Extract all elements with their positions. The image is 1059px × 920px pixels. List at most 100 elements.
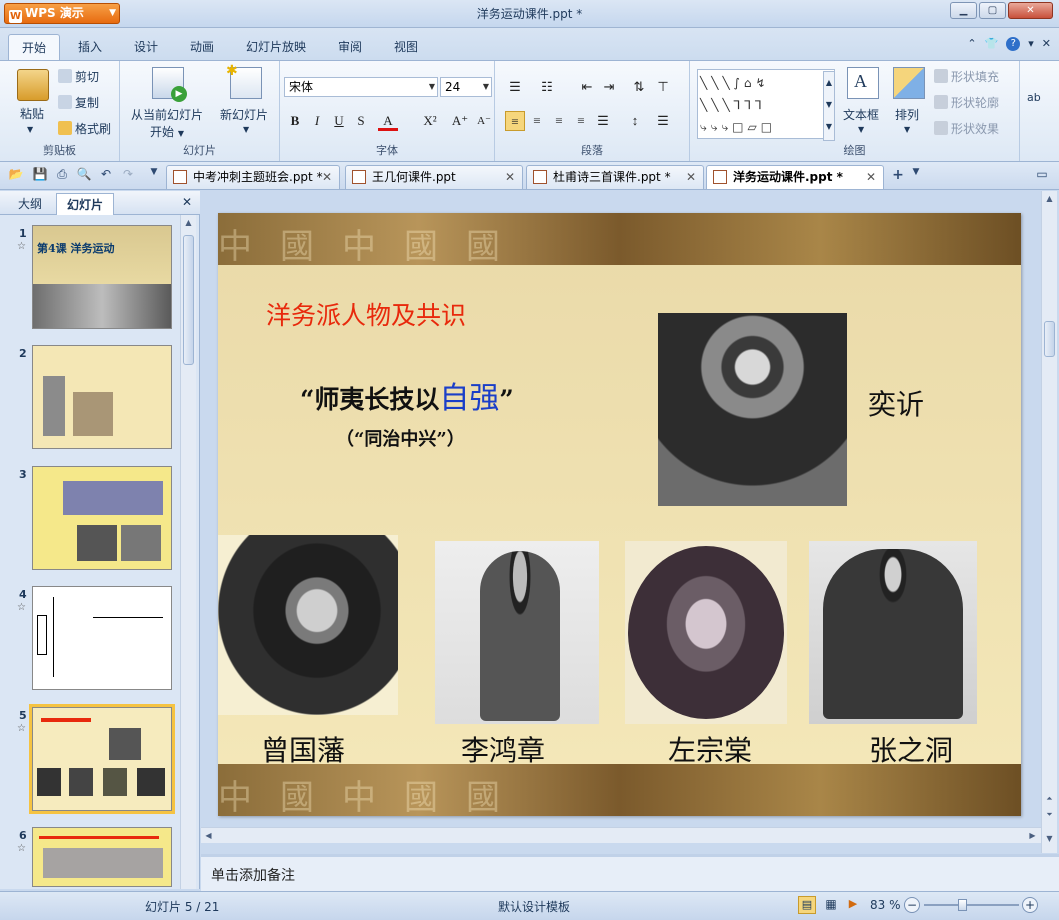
numbering-icon[interactable]: ☷ [537, 77, 557, 97]
bullets-icon[interactable]: ☰ [505, 77, 525, 97]
paste-dropdown-icon[interactable]: ▼ [27, 125, 33, 134]
zoom-in-icon[interactable]: + [1022, 897, 1038, 913]
arrange-button[interactable]: 排列 [895, 106, 919, 123]
underline-icon[interactable]: U [329, 111, 349, 131]
format-painter-button[interactable]: 格式刷 [58, 120, 111, 137]
line-shape-icon[interactable]: ╲╲╲∫⌂↯ [700, 76, 770, 90]
align-text-icon[interactable]: ⊤ [653, 77, 673, 97]
next-slide-icon[interactable]: ⏷ [1042, 807, 1057, 822]
connector-shape-icon[interactable]: ╲╲╲⅂⅂⅂ [700, 98, 766, 112]
shrink-font-icon[interactable]: A⁻ [474, 111, 494, 131]
close-icon[interactable]: ✕ [505, 166, 515, 188]
zoom-level[interactable]: 83 % [870, 898, 901, 912]
name-zeng-guofan[interactable]: 曾国藩 [261, 729, 345, 769]
slide-panel-scrollbar[interactable]: ▲ [180, 215, 196, 889]
tab-list-icon[interactable]: ▼ [908, 167, 924, 183]
slide-thumbnail-6[interactable] [32, 827, 172, 887]
slide-thumbnail-1[interactable]: 第4课 洋务运动 [32, 225, 172, 329]
align-center-icon[interactable]: ≡ [527, 111, 547, 131]
close-icon[interactable]: ✕ [322, 166, 332, 188]
options-chevron-icon[interactable]: ▾ [1028, 37, 1034, 51]
close-icon[interactable]: ✕ [182, 195, 192, 209]
arrange-dropdown-icon[interactable]: ▼ [904, 125, 910, 134]
new-slide-button[interactable]: 新幻灯片 [220, 106, 268, 123]
customize-toolbar-icon[interactable]: ▼ [146, 167, 162, 183]
decrease-indent-icon[interactable]: ⇤ [577, 77, 597, 97]
portrait-zuo-zongtang[interactable] [625, 541, 787, 724]
doc-tab-3[interactable]: 杜甫诗三首课件.ppt * ✕ [526, 165, 704, 189]
close-icon[interactable]: ✕ [866, 166, 876, 188]
print-preview-icon[interactable]: 🔍 [76, 167, 92, 183]
close-icon[interactable]: ✕ [686, 166, 696, 188]
tab-outline[interactable]: 大纲 [18, 195, 42, 212]
align-right-icon[interactable]: ≡ [549, 111, 569, 131]
align-left-icon[interactable]: ≡ [505, 111, 525, 131]
name-zhang-zhidong[interactable]: 张之洞 [869, 729, 953, 769]
tab-slideshow[interactable]: 幻灯片放映 [246, 38, 306, 55]
minimize-button[interactable]: ▁ [950, 2, 977, 19]
slide-thumbnail-2[interactable] [32, 345, 172, 449]
scroll-up-icon[interactable]: ▲ [1042, 191, 1057, 206]
cut-button[interactable]: 剪切 [58, 68, 99, 85]
text-direction-icon[interactable]: ⇅ [629, 77, 649, 97]
maximize-button[interactable]: ▢ [979, 2, 1006, 19]
zoom-out-icon[interactable]: − [904, 897, 920, 913]
slide-thumbnail-3[interactable] [32, 466, 172, 570]
tab-slides[interactable]: 幻灯片 [56, 193, 114, 215]
ribbon-close-icon[interactable]: ✕ [1042, 37, 1051, 51]
slide-thumbnail-4[interactable] [32, 586, 172, 690]
scroll-left-icon[interactable]: ◀ [201, 828, 216, 843]
copy-button[interactable]: 复制 [58, 94, 99, 111]
name-yixin[interactable]: 奕䜣 [868, 383, 924, 423]
new-tab-plus-icon[interactable]: + [890, 167, 906, 183]
textbox-dropdown-icon[interactable]: ▼ [858, 125, 864, 134]
portrait-yixin[interactable] [658, 313, 847, 506]
undo-icon[interactable]: ↶ [98, 167, 114, 183]
grow-font-icon[interactable]: A⁺ [450, 111, 470, 131]
slide-thumbnail-5-selected[interactable] [29, 704, 175, 814]
tab-review[interactable]: 审阅 [338, 38, 362, 55]
font-name-select[interactable]: 宋体 ▼ [284, 77, 438, 97]
template-name[interactable]: 默认设计模板 [498, 898, 570, 915]
slideshow-icon[interactable]: ▶ [844, 896, 862, 914]
doc-tab-1[interactable]: 中考冲刺主题班会.ppt * ✕ [166, 165, 340, 189]
paragraph-spacing-icon[interactable]: ☰ [653, 111, 673, 131]
scroll-up-icon[interactable]: ▲ [181, 215, 196, 230]
tab-home[interactable]: 开始 [8, 34, 60, 60]
editor-vertical-scrollbar[interactable]: ▲ ⏶ ⏷ ▼ [1041, 191, 1057, 853]
paste-button[interactable]: 粘贴 [20, 105, 44, 122]
justify-icon[interactable]: ≡ [571, 111, 591, 131]
font-size-select[interactable]: 24 ▼ [440, 77, 492, 97]
superscript-icon[interactable]: X² [420, 111, 440, 131]
motto-text[interactable]: “师夷长技以自强” [300, 373, 514, 417]
scroll-right-icon[interactable]: ▶ [1025, 828, 1040, 843]
scroll-down-icon[interactable]: ▼ [1042, 831, 1057, 846]
normal-view-icon[interactable]: ▤ [798, 896, 816, 914]
shapes-scroll-icon[interactable]: ▲ ▼ ▼ [823, 71, 835, 141]
bold-icon[interactable]: B [285, 111, 305, 131]
shape-outline-button[interactable]: 形状轮廓 [934, 94, 999, 111]
distribute-icon[interactable]: ☰ [593, 111, 613, 131]
motto-subtitle[interactable]: （“同治中兴”） [336, 425, 465, 451]
scrollbar-thumb[interactable] [183, 235, 194, 365]
line-spacing-icon[interactable]: ↕ [625, 111, 645, 131]
redo-icon[interactable]: ↷ [120, 167, 136, 183]
layout-switch-icon[interactable]: ▭ [1034, 167, 1050, 183]
print-icon[interactable]: ⎙ [54, 167, 70, 183]
tab-view[interactable]: 视图 [394, 38, 418, 55]
shape-effect-button[interactable]: 形状效果 [934, 120, 999, 137]
doc-tab-2[interactable]: 王几何课件.ppt ✕ [345, 165, 523, 189]
name-zuo-zongtang[interactable]: 左宗棠 [668, 729, 752, 769]
tab-insert[interactable]: 插入 [78, 38, 102, 55]
portrait-zhang-zhidong[interactable] [809, 541, 977, 724]
help-icon[interactable]: ? [1006, 37, 1021, 51]
slide-title[interactable]: 洋务派人物及共识 [266, 296, 466, 332]
scrollbar-thumb[interactable] [1044, 321, 1055, 357]
slide-sorter-icon[interactable]: ▦ [822, 896, 840, 914]
portrait-zeng-guofan[interactable] [218, 535, 398, 715]
zoom-slider-thumb[interactable] [958, 899, 967, 911]
zoom-slider-track[interactable] [924, 904, 1019, 906]
name-li-hongzhang[interactable]: 李鸿章 [461, 729, 545, 769]
editor-horizontal-scrollbar[interactable]: ◀ ▶ [201, 827, 1041, 843]
font-color-icon[interactable]: A [378, 111, 398, 131]
